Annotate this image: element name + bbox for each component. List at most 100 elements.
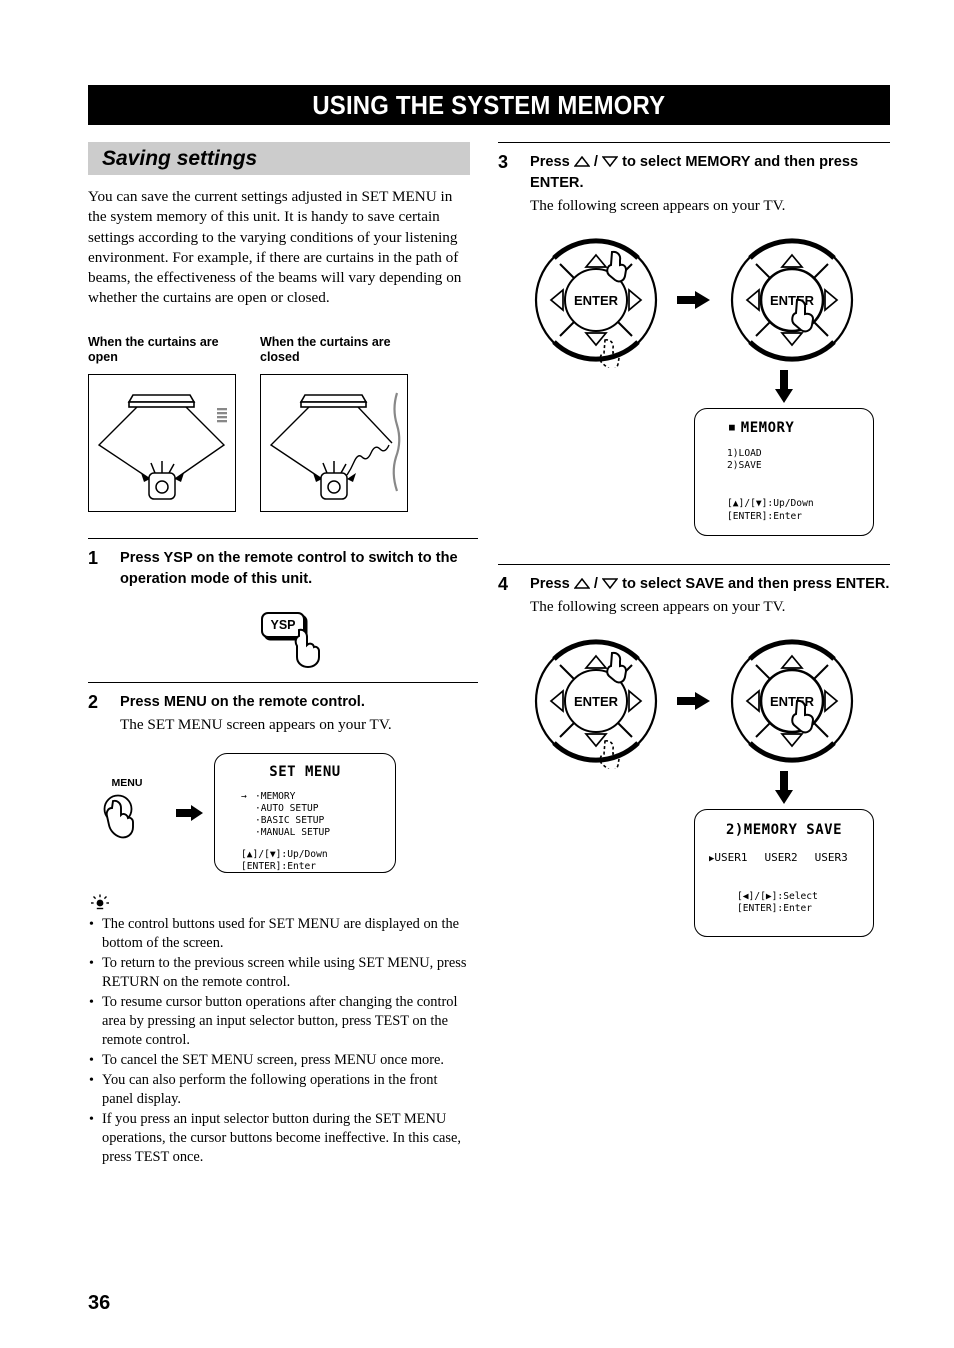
page-title: USING THE SYSTEM MEMORY [312, 89, 666, 120]
up-triangle-icon [573, 156, 590, 167]
intro-paragraph: You can save the current settings adjust… [88, 188, 462, 307]
step-2-divider [88, 681, 478, 683]
curtains-open-figure: When the curtains are open [88, 335, 236, 512]
step-3-divider [498, 142, 890, 143]
osd-set-menu-item-2[interactable]: ·BASIC SETUP [255, 815, 330, 827]
down-triangle-icon [602, 578, 619, 589]
step-4-title-mid: / [593, 576, 598, 592]
osd-memory-save-title: 2)MEMORY SAVE [725, 822, 843, 838]
step-4-title: Press / to select SAVE and then press EN… [530, 574, 890, 595]
step-4-wheel-figure: ENTER ENTER [498, 633, 890, 769]
down-triangle-icon [602, 156, 619, 167]
wheel-enter-label: ENTER [574, 293, 619, 308]
step-2-title: Press MENU on the remote control. [120, 693, 365, 710]
wheel-enter-label: ENTER [770, 293, 815, 308]
tip-item: If you press an input selector button du… [88, 1110, 470, 1167]
curtains-open-caption: When the curtains are open [88, 334, 219, 364]
osd-set-menu-cursor: → [241, 790, 247, 802]
left-column: Saving settings You can save the current… [88, 142, 478, 1168]
curtains-closed-caption: When the curtains are closed [260, 334, 391, 364]
tip-item: To return to the previous screen while u… [88, 954, 470, 992]
osd-memory-item-0[interactable]: 1)LOAD [727, 448, 873, 460]
step-1: 1 Press YSP on the remote control to swi… [88, 548, 478, 590]
step-3-title: Press / to select MEMORY and then press … [530, 152, 890, 194]
up-triangle-icon [573, 578, 590, 589]
step-3-number: 3 [498, 152, 509, 172]
osd-memory-save-hint-2: [ENTER]:Enter [737, 903, 813, 915]
step-4-subtitle: The following screen appears on your TV. [530, 598, 786, 615]
menu-button-label: MENU [111, 777, 143, 790]
tip-item: To resume cursor button operations after… [88, 993, 470, 1050]
osd-memory-save-hint-1: [◀]/[▶]:Select [737, 891, 818, 903]
osd-memory-bullet: ■ [729, 421, 735, 433]
cursor-wheel-up-press-2[interactable]: ENTER [528, 633, 664, 769]
tip-item: The control buttons used for SET MENU ar… [88, 915, 470, 953]
osd-set-menu-hint-1: [▲]/[▼]:Up/Down [241, 848, 328, 860]
step-3-subtitle: The following screen appears on your TV. [530, 197, 786, 214]
step-2-number: 2 [88, 691, 99, 712]
page-banner: USING THE SYSTEM MEMORY [88, 85, 890, 125]
tip-item: To cancel the SET MENU screen, press MEN… [88, 1051, 470, 1070]
wheel-enter-label: ENTER [574, 694, 619, 709]
osd-memory-hint-1: [▲]/[▼]:Up/Down [727, 498, 814, 510]
section-heading-bar: Saving settings [88, 142, 470, 175]
flow-arrow-down-icon [775, 771, 793, 804]
step-4-title-post: to select SAVE and then press ENTER. [622, 576, 890, 592]
step-3-osd-wrap: ■ MEMORY 1)LOAD 2)SAVE [▲]/[▼]:Up/Down [… [498, 408, 890, 536]
flow-arrow-down-icon [775, 370, 793, 403]
step-3-wheel-figure: ENTER ENTER [498, 232, 890, 368]
flow-arrow-right-icon [176, 804, 203, 821]
curtain-figures: When the curtains are open When the curt… [88, 335, 478, 512]
step-3-down-arrow-wrap [498, 370, 890, 404]
osd-memory-save-option-0[interactable]: USER1 [714, 851, 747, 864]
step-4-down-arrow-wrap [498, 771, 890, 805]
osd-memory-item-1[interactable]: 2)SAVE [727, 460, 873, 472]
beam-diagram-open-svg [97, 393, 227, 500]
pointing-hand-icon [294, 628, 320, 668]
cursor-wheel-enter-press-2[interactable]: ENTER [724, 633, 860, 769]
wheel-enter-label: ENTER [770, 694, 815, 709]
osd-memory-title: MEMORY [740, 420, 795, 436]
menu-button-press-icon [103, 794, 134, 839]
step-1-number: 1 [88, 547, 99, 568]
cursor-wheel-up-press[interactable]: ENTER [528, 232, 664, 368]
beam-diagram-closed-svg [269, 392, 401, 500]
osd-memory-save-option-1[interactable]: USER2 [765, 851, 798, 864]
step-2-subtitle: The SET MENU screen appears on your TV. [120, 715, 392, 733]
step-3-title-mid: / [593, 154, 598, 170]
step-3-title-pre: Press [530, 154, 570, 170]
step-1-title: Press YSP on the remote control to switc… [120, 549, 458, 587]
step-2: 2 Press MENU on the remote control. The … [88, 692, 478, 735]
right-column: 3 Press / to select MEMORY and then pres… [498, 142, 890, 937]
tips-list: The control buttons used for SET MENU ar… [88, 915, 470, 1167]
osd-memory-hint-2: [ENTER]:Enter [727, 510, 803, 522]
tip-item: You can also perform the following opera… [88, 1071, 470, 1109]
osd-memory-save-option-2[interactable]: USER3 [815, 851, 848, 864]
flow-arrow-right-icon [677, 692, 710, 710]
step-1-divider [88, 537, 478, 539]
ysp-button-figure: YSP [88, 611, 478, 668]
cursor-wheel-enter-press[interactable]: ENTER [724, 232, 860, 368]
tips-block: The control buttons used for SET MENU ar… [88, 893, 470, 1167]
step-4-osd-wrap: 2)MEMORY SAVE ▶ USER1 USER2 USER3 [◀]/[▶… [498, 809, 890, 937]
step-2-figure: MENU SET MENU → ·MEMORY ·AUTO SETUP ·BAS… [88, 752, 478, 873]
tip-bulb-icon [91, 894, 109, 909]
page-number: 36 [88, 1292, 111, 1314]
curtains-open-diagram [88, 373, 236, 512]
osd-set-menu-item-3[interactable]: ·MANUAL SETUP [255, 827, 330, 839]
curtains-closed-figure: When the curtains are closed [260, 335, 408, 512]
osd-set-menu-hint-2: [ENTER]:Enter [241, 860, 317, 872]
osd-memory-screen: ■ MEMORY 1)LOAD 2)SAVE [▲]/[▼]:Up/Down [… [694, 408, 874, 536]
step-4-number: 4 [498, 574, 509, 594]
curtains-closed-diagram [260, 373, 408, 512]
menu-button-figure: MENU [88, 777, 166, 848]
osd-set-menu-title: SET MENU [269, 763, 341, 780]
osd-set-menu-item-1[interactable]: ·AUTO SETUP [255, 803, 330, 815]
section-heading-text: Saving settings [102, 146, 258, 170]
step-3: 3 Press / to select MEMORY and then pres… [498, 152, 890, 216]
step-4-divider [498, 564, 890, 565]
flow-arrow-right-icon [677, 291, 710, 309]
osd-memory-save-screen: 2)MEMORY SAVE ▶ USER1 USER2 USER3 [◀]/[▶… [694, 809, 874, 937]
osd-set-menu-item-0[interactable]: ·MEMORY [255, 791, 330, 803]
step-4-title-pre: Press [530, 576, 570, 592]
